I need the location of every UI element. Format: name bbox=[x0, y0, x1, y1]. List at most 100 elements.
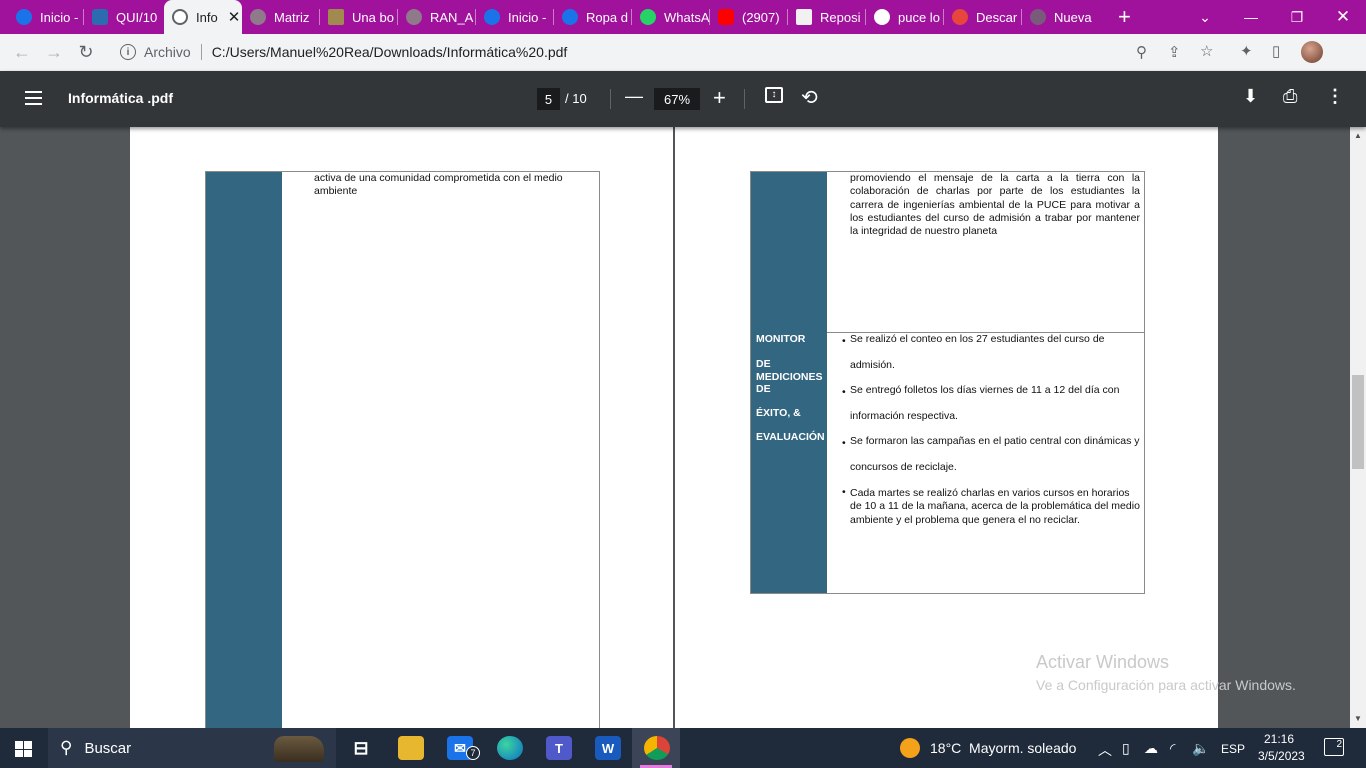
page-number-input[interactable]: 5 bbox=[537, 88, 560, 110]
volume-icon[interactable]: 🔈 bbox=[1192, 740, 1209, 757]
tab-label: Reposi bbox=[820, 9, 861, 25]
close-window-button[interactable]: ✕ bbox=[1320, 0, 1366, 34]
bookmark-star-icon[interactable]: ☆ bbox=[1200, 42, 1213, 60]
tab-favicon-icon bbox=[1030, 9, 1046, 25]
tab-label: puce lo bbox=[898, 9, 940, 25]
pdf-viewer[interactable]: activa de una comunidad comprometida con… bbox=[0, 127, 1350, 728]
tab-9[interactable]: (2907) bbox=[710, 0, 788, 34]
onedrive-icon[interactable]: ☁ bbox=[1144, 740, 1158, 757]
tab-3[interactable]: Matriz bbox=[242, 0, 320, 34]
windows-start-icon[interactable] bbox=[15, 741, 32, 757]
word-icon[interactable]: W bbox=[595, 736, 621, 760]
divider bbox=[610, 89, 611, 109]
tab-7[interactable]: Ropa d bbox=[554, 0, 632, 34]
print-icon[interactable]: ⎙ bbox=[1283, 86, 1297, 107]
taskbar-search[interactable]: ⚲ Buscar bbox=[48, 728, 336, 768]
pdf-page-right: promoviendo el mensaje de la carta a la … bbox=[675, 127, 1218, 728]
reload-button[interactable]: ↻ bbox=[70, 37, 102, 69]
table-header-column bbox=[206, 172, 282, 728]
activation-watermark-text: Ve a Configuración para activar Windows. bbox=[1036, 677, 1296, 693]
restore-button[interactable]: ❐ bbox=[1274, 0, 1320, 34]
profile-avatar[interactable] bbox=[1301, 41, 1323, 63]
wifi-icon[interactable]: ◜ bbox=[1170, 740, 1175, 757]
language-indicator[interactable]: ESP bbox=[1221, 742, 1245, 756]
cell-text: activa de una comunidad comprometida con… bbox=[314, 172, 563, 198]
tab-search-icon[interactable]: ⌄ bbox=[1182, 0, 1228, 34]
tab-favicon-icon bbox=[250, 9, 266, 25]
battery-icon[interactable]: ▯ bbox=[1122, 740, 1130, 757]
divider bbox=[744, 89, 745, 109]
tab-label: Ropa d bbox=[586, 9, 628, 25]
scrollbar-thumb[interactable] bbox=[1352, 375, 1364, 469]
more-options-icon[interactable]: ⋮ bbox=[1326, 86, 1344, 107]
cell-text: promoviendo el mensaje de la carta a la … bbox=[850, 172, 1140, 238]
pdf-page-left: activa de una comunidad comprometida con… bbox=[130, 127, 673, 728]
tab-10[interactable]: Reposi bbox=[788, 0, 866, 34]
notification-icon[interactable]: 2 bbox=[1324, 738, 1344, 756]
address-bar[interactable]: i Archivo C:/Users/Manuel%20Rea/Download… bbox=[108, 37, 1228, 67]
header-line: DE bbox=[756, 383, 771, 395]
scroll-down-icon[interactable]: ▼ bbox=[1354, 714, 1362, 723]
file-explorer-icon[interactable] bbox=[398, 736, 424, 760]
zoom-in-icon[interactable]: + bbox=[713, 85, 726, 111]
chrome-icon[interactable] bbox=[644, 736, 670, 760]
tab-label: Matriz bbox=[274, 9, 310, 25]
whatsapp-icon bbox=[640, 9, 656, 25]
menu-icon[interactable] bbox=[25, 91, 42, 105]
tab-label: Info bbox=[196, 9, 218, 25]
scroll-up-icon[interactable]: ▲ bbox=[1354, 131, 1362, 140]
tab-5[interactable]: RAN_A bbox=[398, 0, 476, 34]
clock-date[interactable]: 3/5/2023 bbox=[1258, 749, 1305, 763]
forward-button[interactable]: → bbox=[38, 37, 70, 69]
pdf-toolbar: Informática .pdf 5 / 10 — 67% + ↕ ⟲ ⬇ ⎙ … bbox=[0, 71, 1366, 127]
edge-icon[interactable] bbox=[497, 736, 523, 760]
tab-label: Nueva bbox=[1054, 9, 1092, 25]
extensions-icon[interactable]: ✦ bbox=[1240, 42, 1253, 60]
tab-8[interactable]: WhatsA bbox=[632, 0, 710, 34]
fit-page-icon[interactable]: ↕ bbox=[765, 87, 783, 103]
tab-2-active[interactable]: Info ✕ bbox=[164, 0, 242, 34]
back-button[interactable]: ← bbox=[6, 37, 38, 69]
tab-4[interactable]: Una bo bbox=[320, 0, 398, 34]
search-placeholder: Buscar bbox=[84, 739, 132, 757]
scheme-label: Archivo bbox=[144, 44, 191, 60]
close-tab-icon[interactable]: ✕ bbox=[228, 8, 241, 26]
task-view-icon[interactable]: ⊟ bbox=[348, 736, 374, 760]
tab-favicon-icon bbox=[562, 9, 578, 25]
new-tab-button[interactable]: + bbox=[1118, 4, 1131, 30]
google-icon bbox=[874, 9, 890, 25]
page-total: / 10 bbox=[565, 91, 587, 106]
side-panel-icon[interactable]: ▯ bbox=[1272, 42, 1280, 60]
tab-favicon-icon bbox=[16, 9, 32, 25]
divider bbox=[200, 44, 202, 60]
share-icon[interactable]: ⇪ bbox=[1168, 43, 1181, 61]
tab-12[interactable]: Descar bbox=[944, 0, 1022, 34]
zoom-input[interactable]: 67% bbox=[654, 88, 700, 110]
header-line: MEDICIONES bbox=[756, 371, 823, 383]
tab-6[interactable]: Inicio - bbox=[476, 0, 554, 34]
tab-0[interactable]: Inicio - bbox=[0, 0, 84, 34]
list-item-line: Se entregó folletos los días viernes de … bbox=[850, 384, 1120, 396]
clock-time[interactable]: 21:16 bbox=[1264, 732, 1294, 746]
tab-11[interactable]: puce lo bbox=[866, 0, 944, 34]
info-icon[interactable]: i bbox=[120, 44, 136, 60]
teams-icon[interactable]: T bbox=[546, 736, 572, 760]
tab-label: RAN_A bbox=[430, 9, 474, 25]
minimize-button[interactable]: — bbox=[1228, 0, 1274, 34]
tab-label: WhatsA bbox=[664, 9, 710, 25]
tab-label: Inicio - bbox=[508, 9, 547, 25]
wildebeest-icon bbox=[274, 736, 324, 762]
bullet-icon: • bbox=[842, 437, 846, 449]
tray-chevron-icon[interactable]: ︿ bbox=[1098, 740, 1112, 760]
list-item-line: concursos de reciclaje. bbox=[850, 461, 957, 473]
weather-text[interactable]: 18°C Mayorm. soleado bbox=[930, 740, 1076, 756]
weather-icon bbox=[900, 738, 920, 758]
tab-label: Inicio - bbox=[40, 9, 79, 25]
rotate-icon[interactable]: ⟲ bbox=[801, 85, 818, 110]
zoom-out-icon[interactable]: — bbox=[625, 86, 643, 107]
zoom-icon[interactable]: ⚲ bbox=[1136, 43, 1147, 61]
list-item-line: Se realizó el conteo en los 27 estudiant… bbox=[850, 333, 1105, 345]
tab-13[interactable]: Nueva bbox=[1022, 0, 1100, 34]
download-icon[interactable]: ⬇ bbox=[1243, 86, 1258, 107]
tab-1[interactable]: QUI/10 bbox=[84, 0, 164, 34]
